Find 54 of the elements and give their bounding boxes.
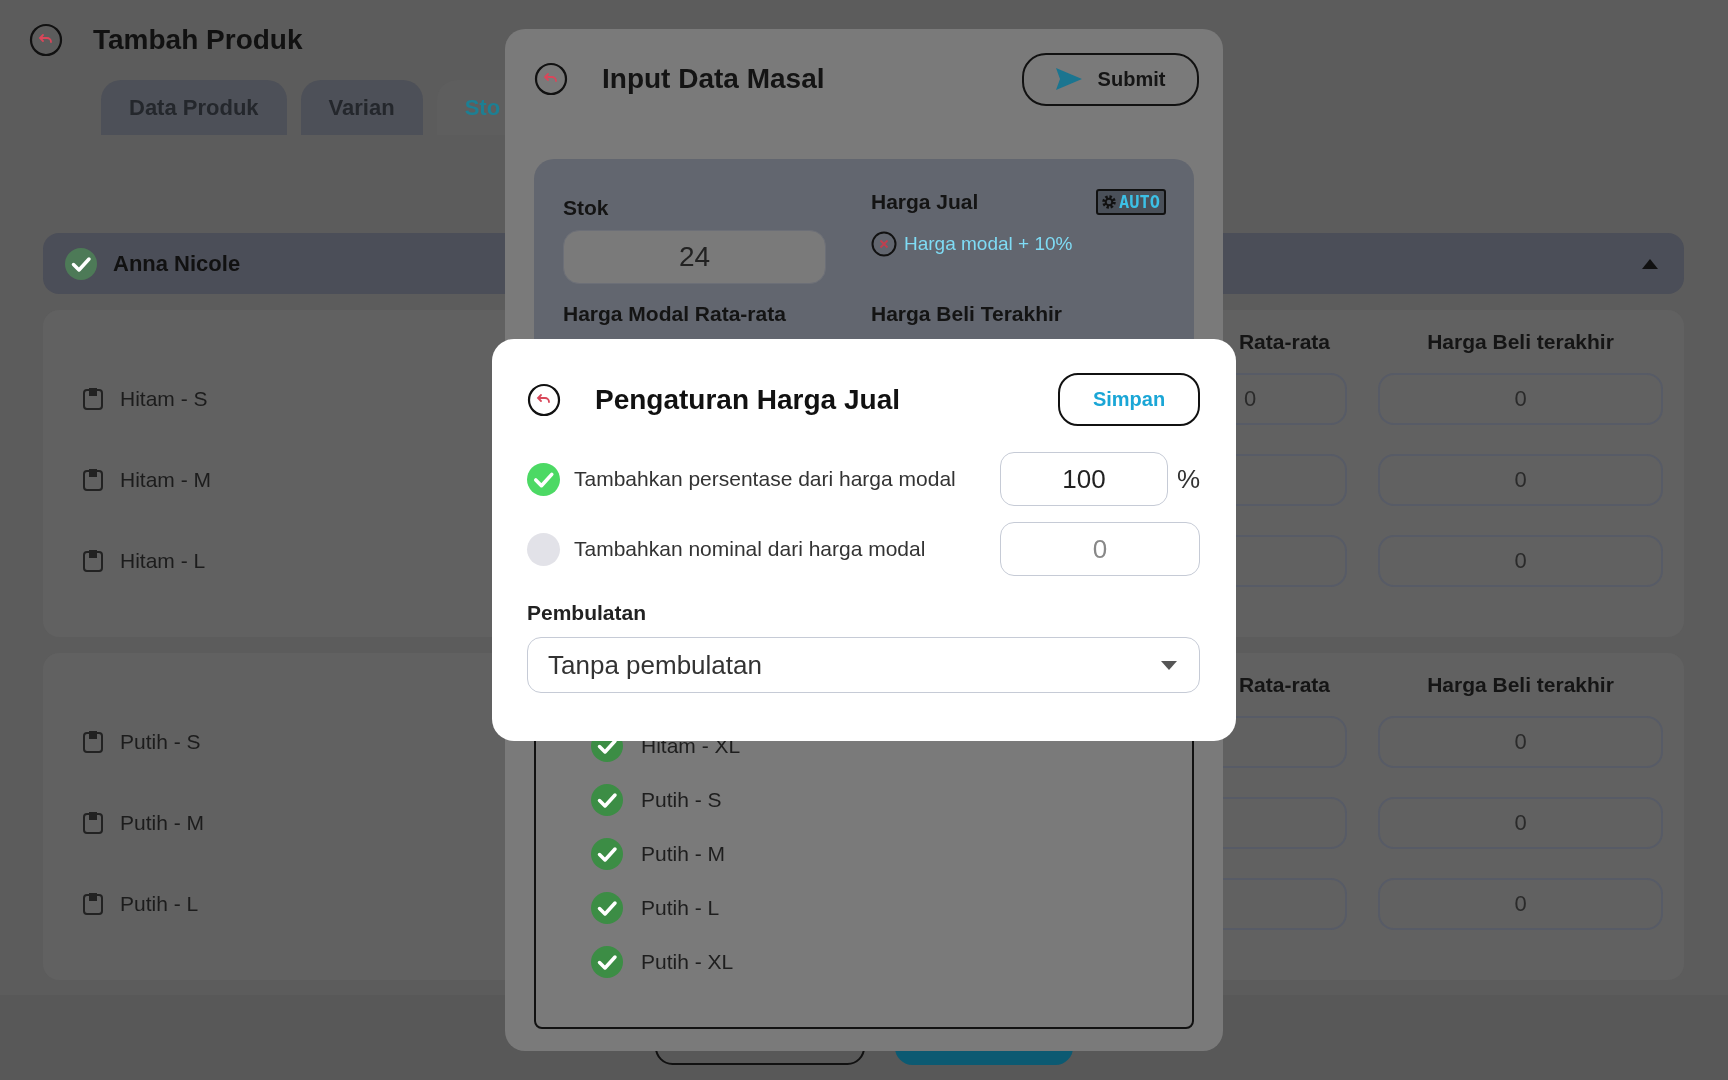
variant-name: Hitam - L bbox=[120, 549, 206, 573]
variant-name: Putih - XL bbox=[641, 950, 734, 974]
input-field[interactable]: 0 bbox=[1378, 716, 1663, 768]
option-label: Tambahkan persentase dari harga modal bbox=[574, 467, 957, 491]
group-name: Anna Nicole bbox=[113, 250, 241, 277]
column-header: Harga Beli terakhir bbox=[1426, 673, 1615, 698]
price-rule: Harga modal + 10% bbox=[904, 233, 1073, 255]
input-field[interactable]: 0 bbox=[1378, 373, 1663, 425]
input-field[interactable]: 0 bbox=[1000, 522, 1200, 576]
box-icon bbox=[82, 811, 104, 835]
caret-icon bbox=[1161, 660, 1177, 670]
variant-name: Putih - S bbox=[641, 788, 722, 812]
box-icon bbox=[82, 468, 104, 492]
input-field[interactable]: 0 bbox=[1378, 454, 1663, 506]
caret-icon[interactable] bbox=[1642, 258, 1658, 269]
page-title: Tambah Produk bbox=[93, 24, 303, 56]
submit-button[interactable]: Submit bbox=[1022, 52, 1199, 106]
dialog-title: Pengaturan Harga Jual bbox=[595, 383, 901, 416]
auto-badge[interactable]: AUTO bbox=[1096, 189, 1166, 215]
variant-name: Putih - L bbox=[641, 896, 720, 920]
variant-name: Putih - L bbox=[120, 892, 199, 916]
box-icon bbox=[82, 549, 104, 573]
field-label: Harga Beli Terakhir bbox=[871, 302, 1064, 326]
box-icon bbox=[82, 730, 104, 754]
variant-name: Hitam - S bbox=[120, 387, 208, 411]
field-label: Harga Jual bbox=[871, 190, 979, 214]
badge-label: AUTO bbox=[1119, 192, 1160, 212]
input-field[interactable]: 100 bbox=[1000, 452, 1168, 506]
field-label: Pembulatan bbox=[527, 601, 648, 625]
variant-name: Putih - S bbox=[120, 730, 201, 754]
send-icon bbox=[1055, 68, 1082, 90]
variant-name: Putih - M bbox=[641, 842, 726, 866]
box-icon bbox=[82, 387, 104, 411]
input-field[interactable]: 24 bbox=[563, 230, 826, 284]
back-icon[interactable] bbox=[527, 382, 561, 417]
input-field[interactable]: 0 bbox=[1378, 878, 1663, 930]
modal-title: Input Data Masal bbox=[602, 63, 826, 95]
input-field[interactable]: 0 bbox=[1378, 535, 1663, 587]
unit-label: % bbox=[1176, 463, 1200, 495]
save-button[interactable]: Simpan bbox=[1058, 373, 1200, 426]
radio-icon[interactable] bbox=[527, 532, 560, 566]
field-label: Stok bbox=[563, 196, 609, 219]
column-header: Rata-rata bbox=[1237, 673, 1331, 698]
variant-name: Hitam - M bbox=[120, 468, 211, 492]
rounding-select[interactable]: Tanpa pembulatan bbox=[527, 637, 1200, 693]
close-icon[interactable] bbox=[871, 231, 897, 257]
column-header: Harga Beli terakhir bbox=[1426, 330, 1615, 355]
field-label: Harga Modal Rata-rata bbox=[563, 302, 787, 326]
input-field[interactable]: 0 bbox=[1378, 797, 1663, 849]
option-label: Tambahkan nominal dari harga modal bbox=[574, 537, 927, 561]
gear-icon bbox=[1102, 195, 1117, 209]
variant-name: Putih - M bbox=[120, 811, 205, 835]
box-icon bbox=[82, 892, 104, 916]
column-header: Rata-rata bbox=[1237, 330, 1331, 355]
